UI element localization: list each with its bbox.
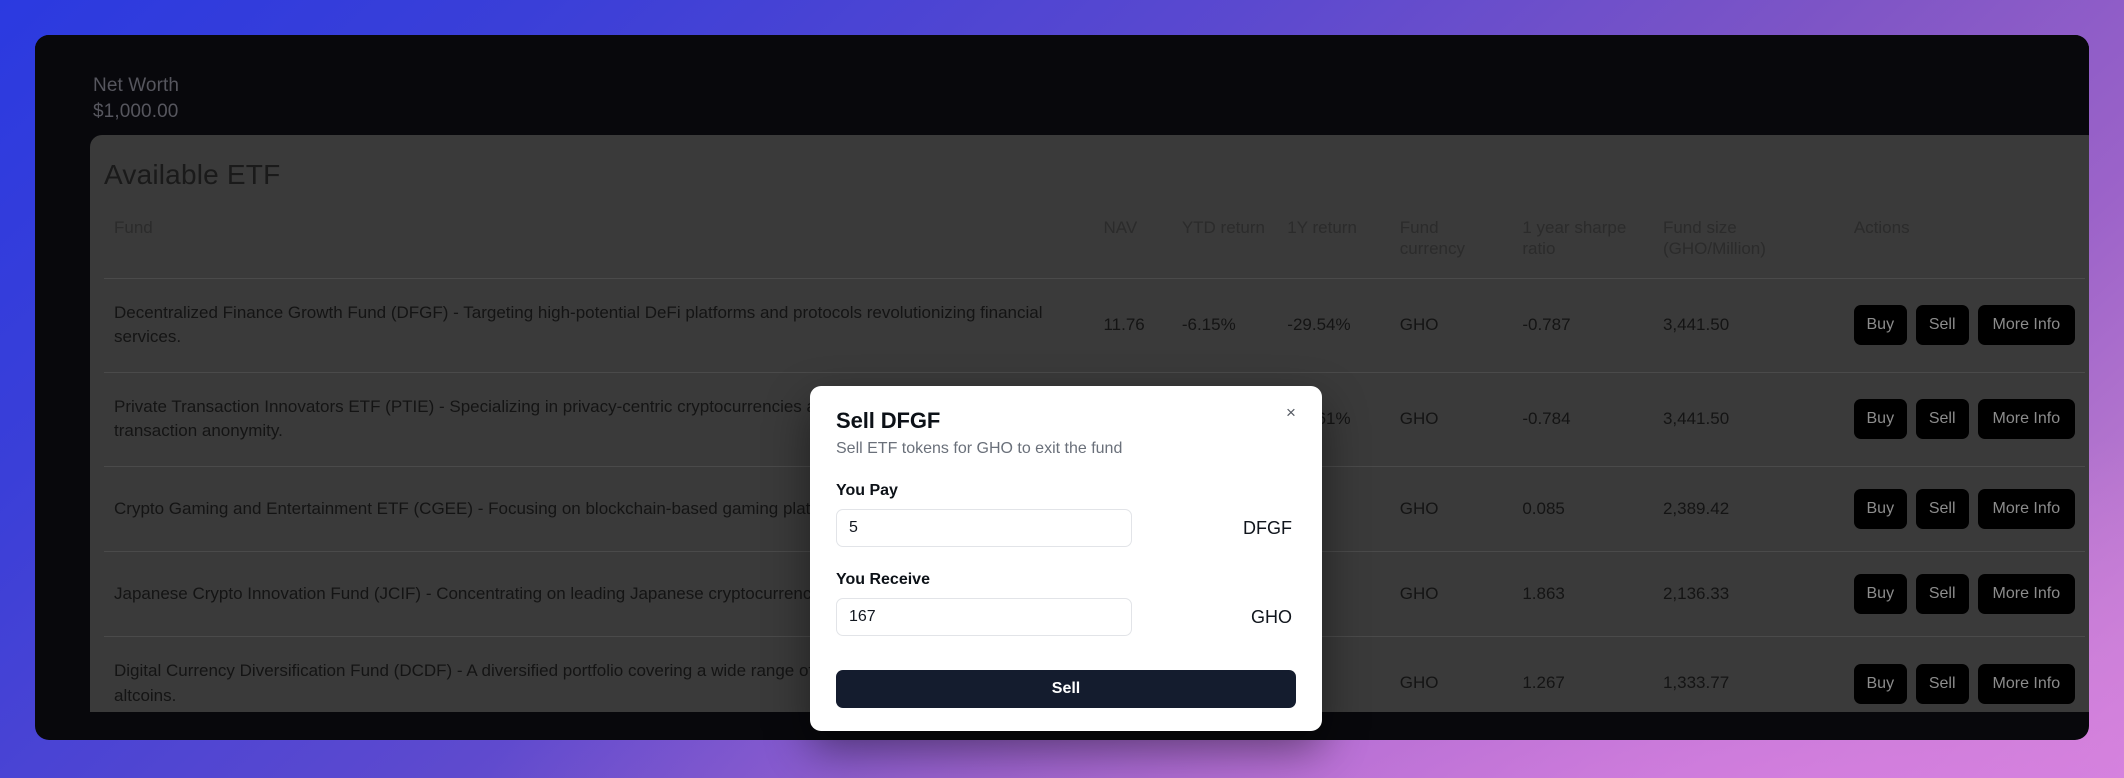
- cell-fund: Decentralized Finance Growth Fund (DFGF)…: [104, 277, 1094, 373]
- cell-currency: GHO: [1389, 551, 1513, 637]
- cell-1y-return: -29.54%: [1277, 277, 1390, 373]
- cell-nav: 11.76: [1093, 277, 1172, 373]
- cell-sharpe: -0.787: [1512, 277, 1653, 373]
- more-info-button[interactable]: More Info: [1977, 305, 2075, 346]
- you-receive-token: GHO: [1250, 606, 1292, 627]
- cell-actions: Buy Sell More Info: [1843, 277, 2085, 373]
- more-info-button[interactable]: More Info: [1977, 663, 2075, 704]
- you-receive-row: GHO: [836, 598, 1296, 636]
- page-title: Available ETF: [104, 159, 281, 190]
- you-receive-input[interactable]: [836, 598, 1132, 636]
- cell-sharpe: 1.267: [1512, 636, 1653, 712]
- you-pay-input[interactable]: [836, 509, 1132, 547]
- row-actions: Buy Sell More Info: [1853, 663, 2075, 704]
- you-pay-label: You Pay: [836, 482, 898, 499]
- column-header-ytd: YTD return: [1181, 218, 1265, 237]
- row-actions: Buy Sell More Info: [1853, 489, 2075, 530]
- row-actions: Buy Sell More Info: [1853, 399, 2075, 440]
- etf-table-head: Fund NAV YTD return 1Y return Fund curre…: [104, 209, 2085, 278]
- sell-modal: × Sell DFGF Sell ETF tokens for GHO to e…: [810, 386, 1322, 731]
- cell-fund-size: 1,333.77: [1652, 636, 1844, 712]
- you-pay-row: DFGF: [836, 509, 1296, 547]
- buy-button[interactable]: Buy: [1853, 663, 1907, 704]
- buy-button[interactable]: Buy: [1853, 489, 1907, 530]
- row-actions: Buy Sell More Info: [1853, 574, 2075, 615]
- column-header-size: Fund size (GHO/Million): [1662, 218, 1766, 259]
- table-row: Decentralized Finance Growth Fund (DFGF)…: [104, 277, 2085, 373]
- cell-actions: Buy Sell More Info: [1843, 551, 2085, 637]
- sell-button[interactable]: Sell: [1915, 574, 1969, 615]
- cell-currency: GHO: [1389, 277, 1513, 373]
- column-header-nav: NAV: [1103, 218, 1138, 237]
- row-actions: Buy Sell More Info: [1853, 305, 2075, 346]
- net-worth-label: Net Worth: [93, 75, 180, 96]
- buy-button[interactable]: Buy: [1853, 305, 1907, 346]
- modal-subtitle: Sell ETF tokens for GHO to exit the fund: [836, 440, 1123, 457]
- cell-sharpe: -0.784: [1512, 371, 1653, 467]
- cell-fund-size: 2,389.42: [1652, 466, 1844, 552]
- column-header-fund: Fund: [114, 218, 153, 237]
- sell-button[interactable]: Sell: [1915, 489, 1969, 530]
- sell-button[interactable]: Sell: [1915, 663, 1969, 704]
- cell-ytd-return: -6.15%: [1171, 277, 1278, 373]
- cell-fund-size: 2,136.33: [1652, 551, 1844, 637]
- close-icon[interactable]: ×: [1280, 402, 1302, 424]
- cell-actions: Buy Sell More Info: [1843, 466, 2085, 552]
- column-header-currency: Fund currency: [1399, 218, 1465, 259]
- more-info-button[interactable]: More Info: [1977, 399, 2075, 440]
- more-info-button[interactable]: More Info: [1977, 574, 2075, 615]
- buy-button[interactable]: Buy: [1853, 574, 1907, 615]
- cell-sharpe: 0.085: [1512, 466, 1653, 552]
- confirm-sell-button[interactable]: Sell: [836, 670, 1296, 708]
- net-worth-value: $1,000.00: [93, 100, 179, 122]
- column-header-sharpe: 1 year sharpe ratio: [1522, 218, 1627, 259]
- cell-sharpe: 1.863: [1512, 551, 1653, 637]
- cell-currency: GHO: [1389, 636, 1513, 712]
- more-info-button[interactable]: More Info: [1977, 489, 2075, 530]
- modal-title: Sell DFGF: [836, 408, 941, 433]
- sell-button[interactable]: Sell: [1915, 399, 1969, 440]
- cell-fund-size: 3,441.50: [1652, 277, 1844, 373]
- cell-currency: GHO: [1389, 466, 1513, 552]
- buy-button[interactable]: Buy: [1853, 399, 1907, 440]
- column-header-actions: Actions: [1853, 218, 1910, 237]
- cell-fund-size: 3,441.50: [1652, 371, 1844, 467]
- cell-actions: Buy Sell More Info: [1843, 371, 2085, 467]
- cell-actions: Buy Sell More Info: [1843, 636, 2085, 712]
- table-header-row: Fund NAV YTD return 1Y return Fund curre…: [104, 209, 2085, 278]
- you-receive-label: You Receive: [836, 571, 930, 588]
- you-pay-token: DFGF: [1243, 517, 1292, 538]
- net-worth-bar: Net Worth $1,000.00: [35, 35, 2089, 135]
- cell-currency: GHO: [1389, 371, 1513, 467]
- sell-button[interactable]: Sell: [1915, 305, 1969, 346]
- column-header-1y: 1Y return: [1287, 218, 1357, 237]
